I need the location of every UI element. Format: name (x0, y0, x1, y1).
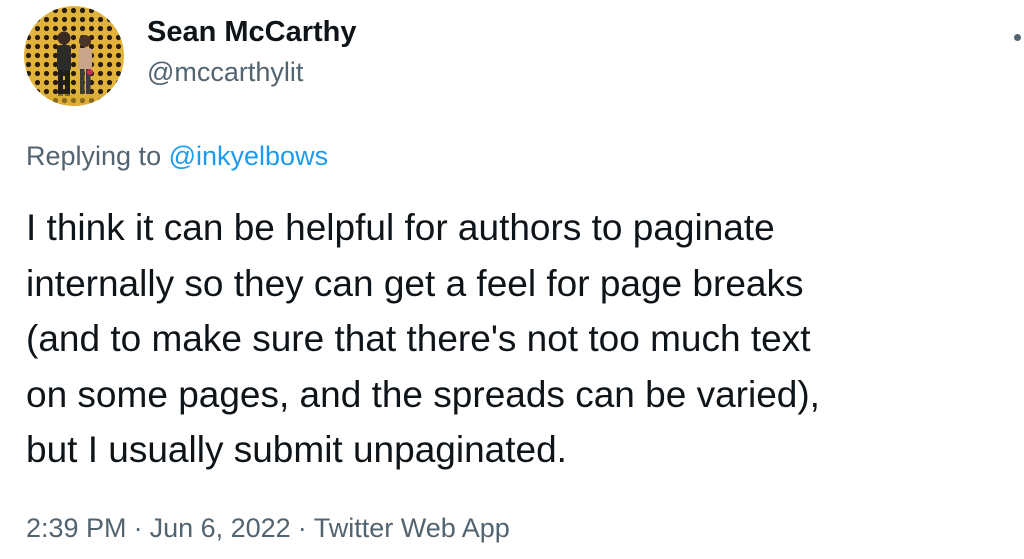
tweet-text-line: internally so they can get a feel for pa… (26, 262, 804, 304)
tweet-text-line: I think it can be helpful for authors to… (26, 207, 775, 248)
display-name[interactable]: Sean McCarthy (147, 16, 357, 49)
tweet-source[interactable]: Twitter Web App (314, 513, 510, 543)
tweet-time[interactable]: 2:39 PM (26, 513, 127, 543)
user-handle[interactable]: @mccarthylit (147, 57, 303, 88)
separator-dot: · (297, 513, 307, 543)
separator-dot: · (133, 513, 143, 543)
tweet-card: Sean McCarthy @mccarthylit Replying to @… (0, 0, 1024, 559)
tweet-text-line: (and to make sure that there's not too m… (26, 318, 811, 359)
tweet-text-line: on some pages, and the spreads can be va… (26, 373, 820, 415)
tweet-metadata: 2:39 PM · Jun 6, 2022 · Twitter Web App (26, 513, 510, 544)
more-dot (1014, 34, 1021, 41)
tweet-text: I think it can be helpful for authors to… (26, 200, 1021, 478)
more-options-icon[interactable] (1006, 20, 1024, 54)
replying-to-label: Replying to (26, 141, 169, 171)
reply-to-handle-link[interactable]: @inkyelbows (169, 141, 328, 171)
tweet-text-line: but I usually submit unpaginated. (26, 429, 567, 470)
avatar[interactable] (24, 6, 124, 106)
replying-to-line: Replying to @inkyelbows (26, 141, 328, 172)
tweet-date[interactable]: Jun 6, 2022 (150, 513, 291, 543)
